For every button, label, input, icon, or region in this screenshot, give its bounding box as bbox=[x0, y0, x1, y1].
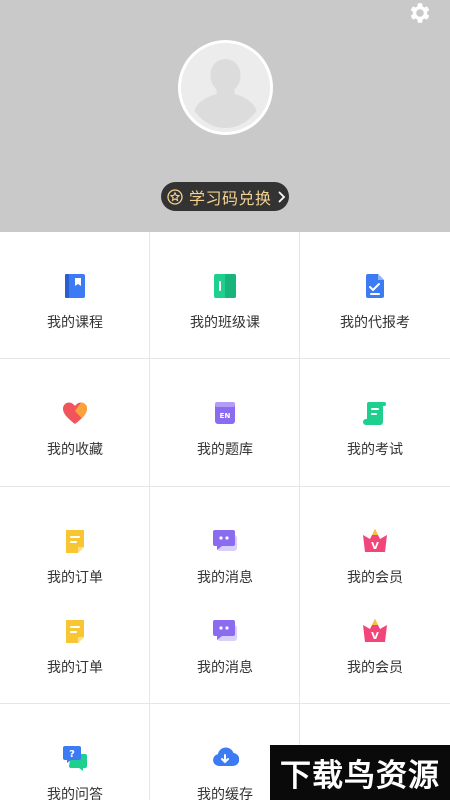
avatar[interactable] bbox=[178, 40, 273, 135]
vip-crown-icon: V bbox=[363, 529, 387, 552]
divider bbox=[0, 703, 450, 704]
svg-text:V: V bbox=[371, 541, 379, 552]
menu-item-my-orders[interactable]: 我的订单 bbox=[0, 617, 150, 677]
redeem-code-label: 学习码兑换 bbox=[189, 188, 272, 208]
message-chat-icon bbox=[213, 620, 237, 641]
redeem-code-button[interactable]: 学习码兑换 bbox=[161, 182, 289, 211]
message-chat-icon bbox=[213, 530, 237, 551]
exam-scroll-icon bbox=[363, 402, 386, 425]
menu-item-my-favorites[interactable]: 我的收藏 bbox=[0, 399, 150, 459]
menu-item-my-membership[interactable]: V 我的会员 bbox=[300, 527, 450, 587]
menu-item-label: 我的消息 bbox=[197, 570, 253, 586]
svg-text:EN: EN bbox=[220, 412, 231, 420]
menu-item-label: 我的会员 bbox=[347, 570, 403, 586]
heart-favorite-icon bbox=[63, 402, 87, 424]
menu-item-my-class-courses[interactable]: 我的班级课 bbox=[150, 272, 300, 332]
menu-item-my-qa[interactable]: ? 我的问答 bbox=[0, 744, 150, 800]
menu-item-my-courses[interactable]: 我的课程 bbox=[0, 272, 150, 332]
menu-item-my-orders[interactable]: 我的订单 bbox=[0, 527, 150, 587]
menu-item-my-question-bank[interactable]: EN 我的题库 bbox=[150, 399, 300, 459]
menu-item-my-exams[interactable]: 我的考试 bbox=[300, 399, 450, 459]
menu-item-label: 我的消息 bbox=[197, 660, 253, 676]
vip-crown-icon: V bbox=[363, 619, 387, 642]
menu-item-my-membership[interactable]: V 我的会员 bbox=[300, 617, 450, 677]
order-note-icon bbox=[66, 530, 84, 553]
menu-item-label: 我的考试 bbox=[347, 442, 403, 458]
watermark-banner: 下载鸟资源 bbox=[270, 745, 450, 800]
course-book-icon bbox=[65, 274, 85, 298]
question-bank-icon: EN bbox=[215, 402, 235, 424]
default-user-icon bbox=[181, 43, 270, 132]
profile-header: 学习码兑换 bbox=[0, 0, 450, 232]
star-circle-icon bbox=[167, 188, 183, 205]
menu-item-my-messages[interactable]: 我的消息 bbox=[150, 527, 300, 587]
svg-text:V: V bbox=[371, 631, 379, 642]
menu-item-label: 我的订单 bbox=[47, 570, 103, 586]
menu-item-label: 我的收藏 bbox=[47, 442, 103, 458]
divider bbox=[0, 358, 450, 359]
class-book-icon bbox=[214, 274, 236, 298]
menu-item-label: 我的订单 bbox=[47, 660, 103, 676]
menu-item-label: 我的问答 bbox=[47, 787, 103, 800]
exam-registration-icon bbox=[366, 274, 384, 298]
menu-item-label: 我的题库 bbox=[197, 442, 253, 458]
menu-item-label: 我的缓存 bbox=[197, 787, 253, 800]
divider bbox=[0, 486, 450, 487]
qa-bubble-icon: ? bbox=[63, 746, 87, 771]
order-note-icon bbox=[66, 620, 84, 643]
chevron-right-icon bbox=[278, 191, 285, 202]
cloud-download-icon bbox=[213, 747, 239, 767]
menu-item-label: 我的班级课 bbox=[190, 315, 260, 331]
gear-icon[interactable] bbox=[406, 0, 432, 26]
svg-text:?: ? bbox=[69, 749, 75, 760]
menu-item-label: 我的会员 bbox=[347, 660, 403, 676]
menu-item-label: 我的课程 bbox=[47, 315, 103, 331]
menu-item-my-messages[interactable]: 我的消息 bbox=[150, 617, 300, 677]
menu-item-my-exam-registration[interactable]: 我的代报考 bbox=[300, 272, 450, 332]
menu-item-label: 我的代报考 bbox=[340, 315, 410, 331]
